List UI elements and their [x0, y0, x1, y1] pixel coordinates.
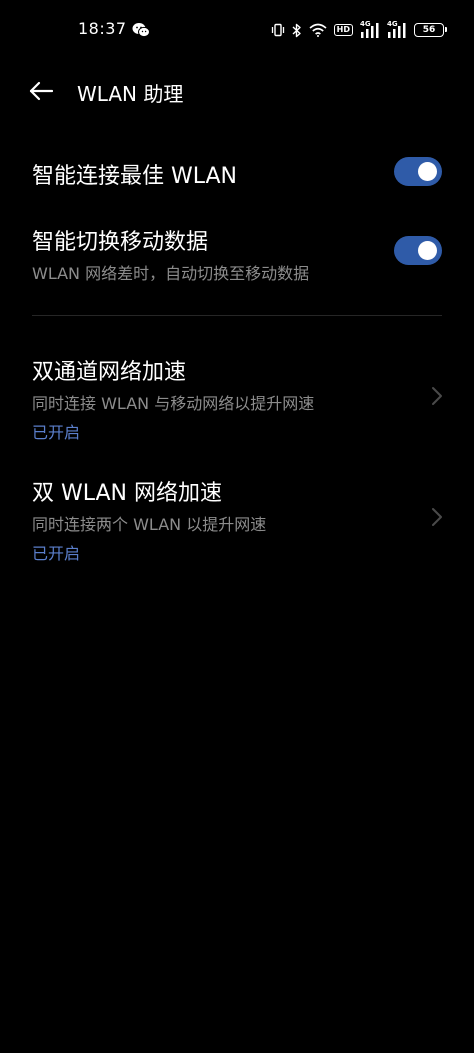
network-type-label: 4G: [360, 20, 371, 28]
arrow-left-icon: [29, 81, 53, 101]
signal-4g-2: 4G: [387, 20, 407, 38]
signal-4g-1: 4G: [360, 20, 380, 38]
setting-subtitle: 同时连接两个 WLAN 以提升网速: [32, 515, 267, 534]
setting-title: 智能连接最佳 WLAN: [32, 164, 238, 189]
setting-title: 双 WLAN 网络加速: [32, 481, 223, 506]
setting-smart-switch[interactable]: 智能切换移动数据 WLAN 网络差时，自动切换至移动数据: [0, 212, 474, 292]
back-button[interactable]: [24, 74, 58, 108]
setting-dual-channel[interactable]: 双通道网络加速 同时连接 WLAN 与移动网络以提升网速 已开启: [0, 340, 474, 444]
setting-status: 已开启: [32, 423, 81, 442]
setting-smart-connect[interactable]: 智能连接最佳 WLAN: [0, 142, 474, 202]
page-title: WLAN 助理: [77, 82, 184, 106]
smart-connect-toggle[interactable]: [394, 157, 442, 186]
bluetooth-icon: [292, 23, 301, 37]
setting-status: 已开启: [32, 544, 81, 563]
setting-title: 双通道网络加速: [32, 360, 187, 385]
setting-subtitle: 同时连接 WLAN 与移动网络以提升网速: [32, 394, 315, 413]
status-time: 18:37: [78, 19, 127, 38]
battery-indicator: 56: [414, 23, 447, 37]
status-icons: HD 4G 4G 56: [271, 20, 447, 40]
wechat-icon: [132, 23, 150, 38]
setting-subtitle: WLAN 网络差时，自动切换至移动数据: [32, 264, 310, 283]
app-header: WLAN 助理: [0, 62, 474, 120]
status-bar: 18:37 HD 4G 4G 56: [0, 0, 474, 62]
chevron-right-icon: [432, 508, 442, 526]
wifi-icon: [309, 23, 327, 37]
chevron-right-icon: [432, 387, 442, 405]
setting-dual-wlan[interactable]: 双 WLAN 网络加速 同时连接两个 WLAN 以提升网速 已开启: [0, 461, 474, 565]
toggle-knob: [418, 162, 437, 181]
setting-title: 智能切换移动数据: [32, 230, 209, 255]
hd-badge: HD: [333, 24, 353, 36]
smart-switch-toggle[interactable]: [394, 236, 442, 265]
section-divider: [32, 315, 442, 316]
vibrate-icon: [271, 23, 284, 37]
toggle-knob: [418, 241, 437, 260]
network-type-label: 4G: [387, 20, 398, 28]
